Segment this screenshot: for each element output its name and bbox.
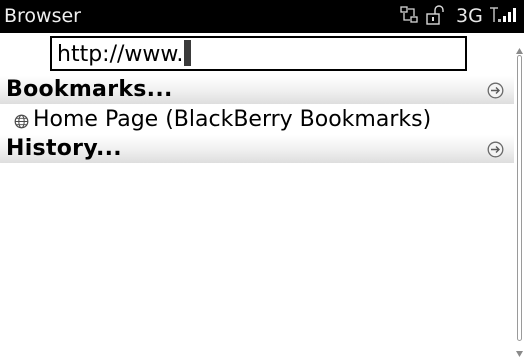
text-cursor [184, 40, 192, 66]
data-transfer-icon [400, 6, 420, 28]
circle-arrow-right-icon[interactable] [487, 141, 504, 162]
address-input[interactable]: http://www. [50, 36, 467, 71]
address-value: http://www. [57, 42, 184, 67]
status-bar: Browser 3G [0, 0, 524, 33]
bookmarks-label: Bookmarks... [6, 77, 173, 102]
globe-icon [14, 114, 29, 133]
signal-strength-icon [490, 6, 520, 28]
bookmarks-section-header[interactable]: Bookmarks... [0, 76, 514, 104]
history-section-header[interactable]: History... [0, 135, 514, 163]
app-title: Browser [4, 5, 81, 27]
network-type: 3G [456, 5, 483, 27]
circle-arrow-right-icon[interactable] [487, 82, 504, 103]
unlock-icon [426, 5, 444, 29]
vertical-scrollbar[interactable] [514, 33, 524, 357]
history-label: History... [6, 136, 122, 161]
scroll-track[interactable] [517, 55, 522, 341]
browser-start-page: http://www. Bookmarks... Home Page (Blac… [0, 33, 514, 352]
bookmark-item[interactable]: Home Page (BlackBerry Bookmarks) [0, 106, 514, 134]
bookmark-label: Home Page (BlackBerry Bookmarks) [33, 107, 432, 132]
